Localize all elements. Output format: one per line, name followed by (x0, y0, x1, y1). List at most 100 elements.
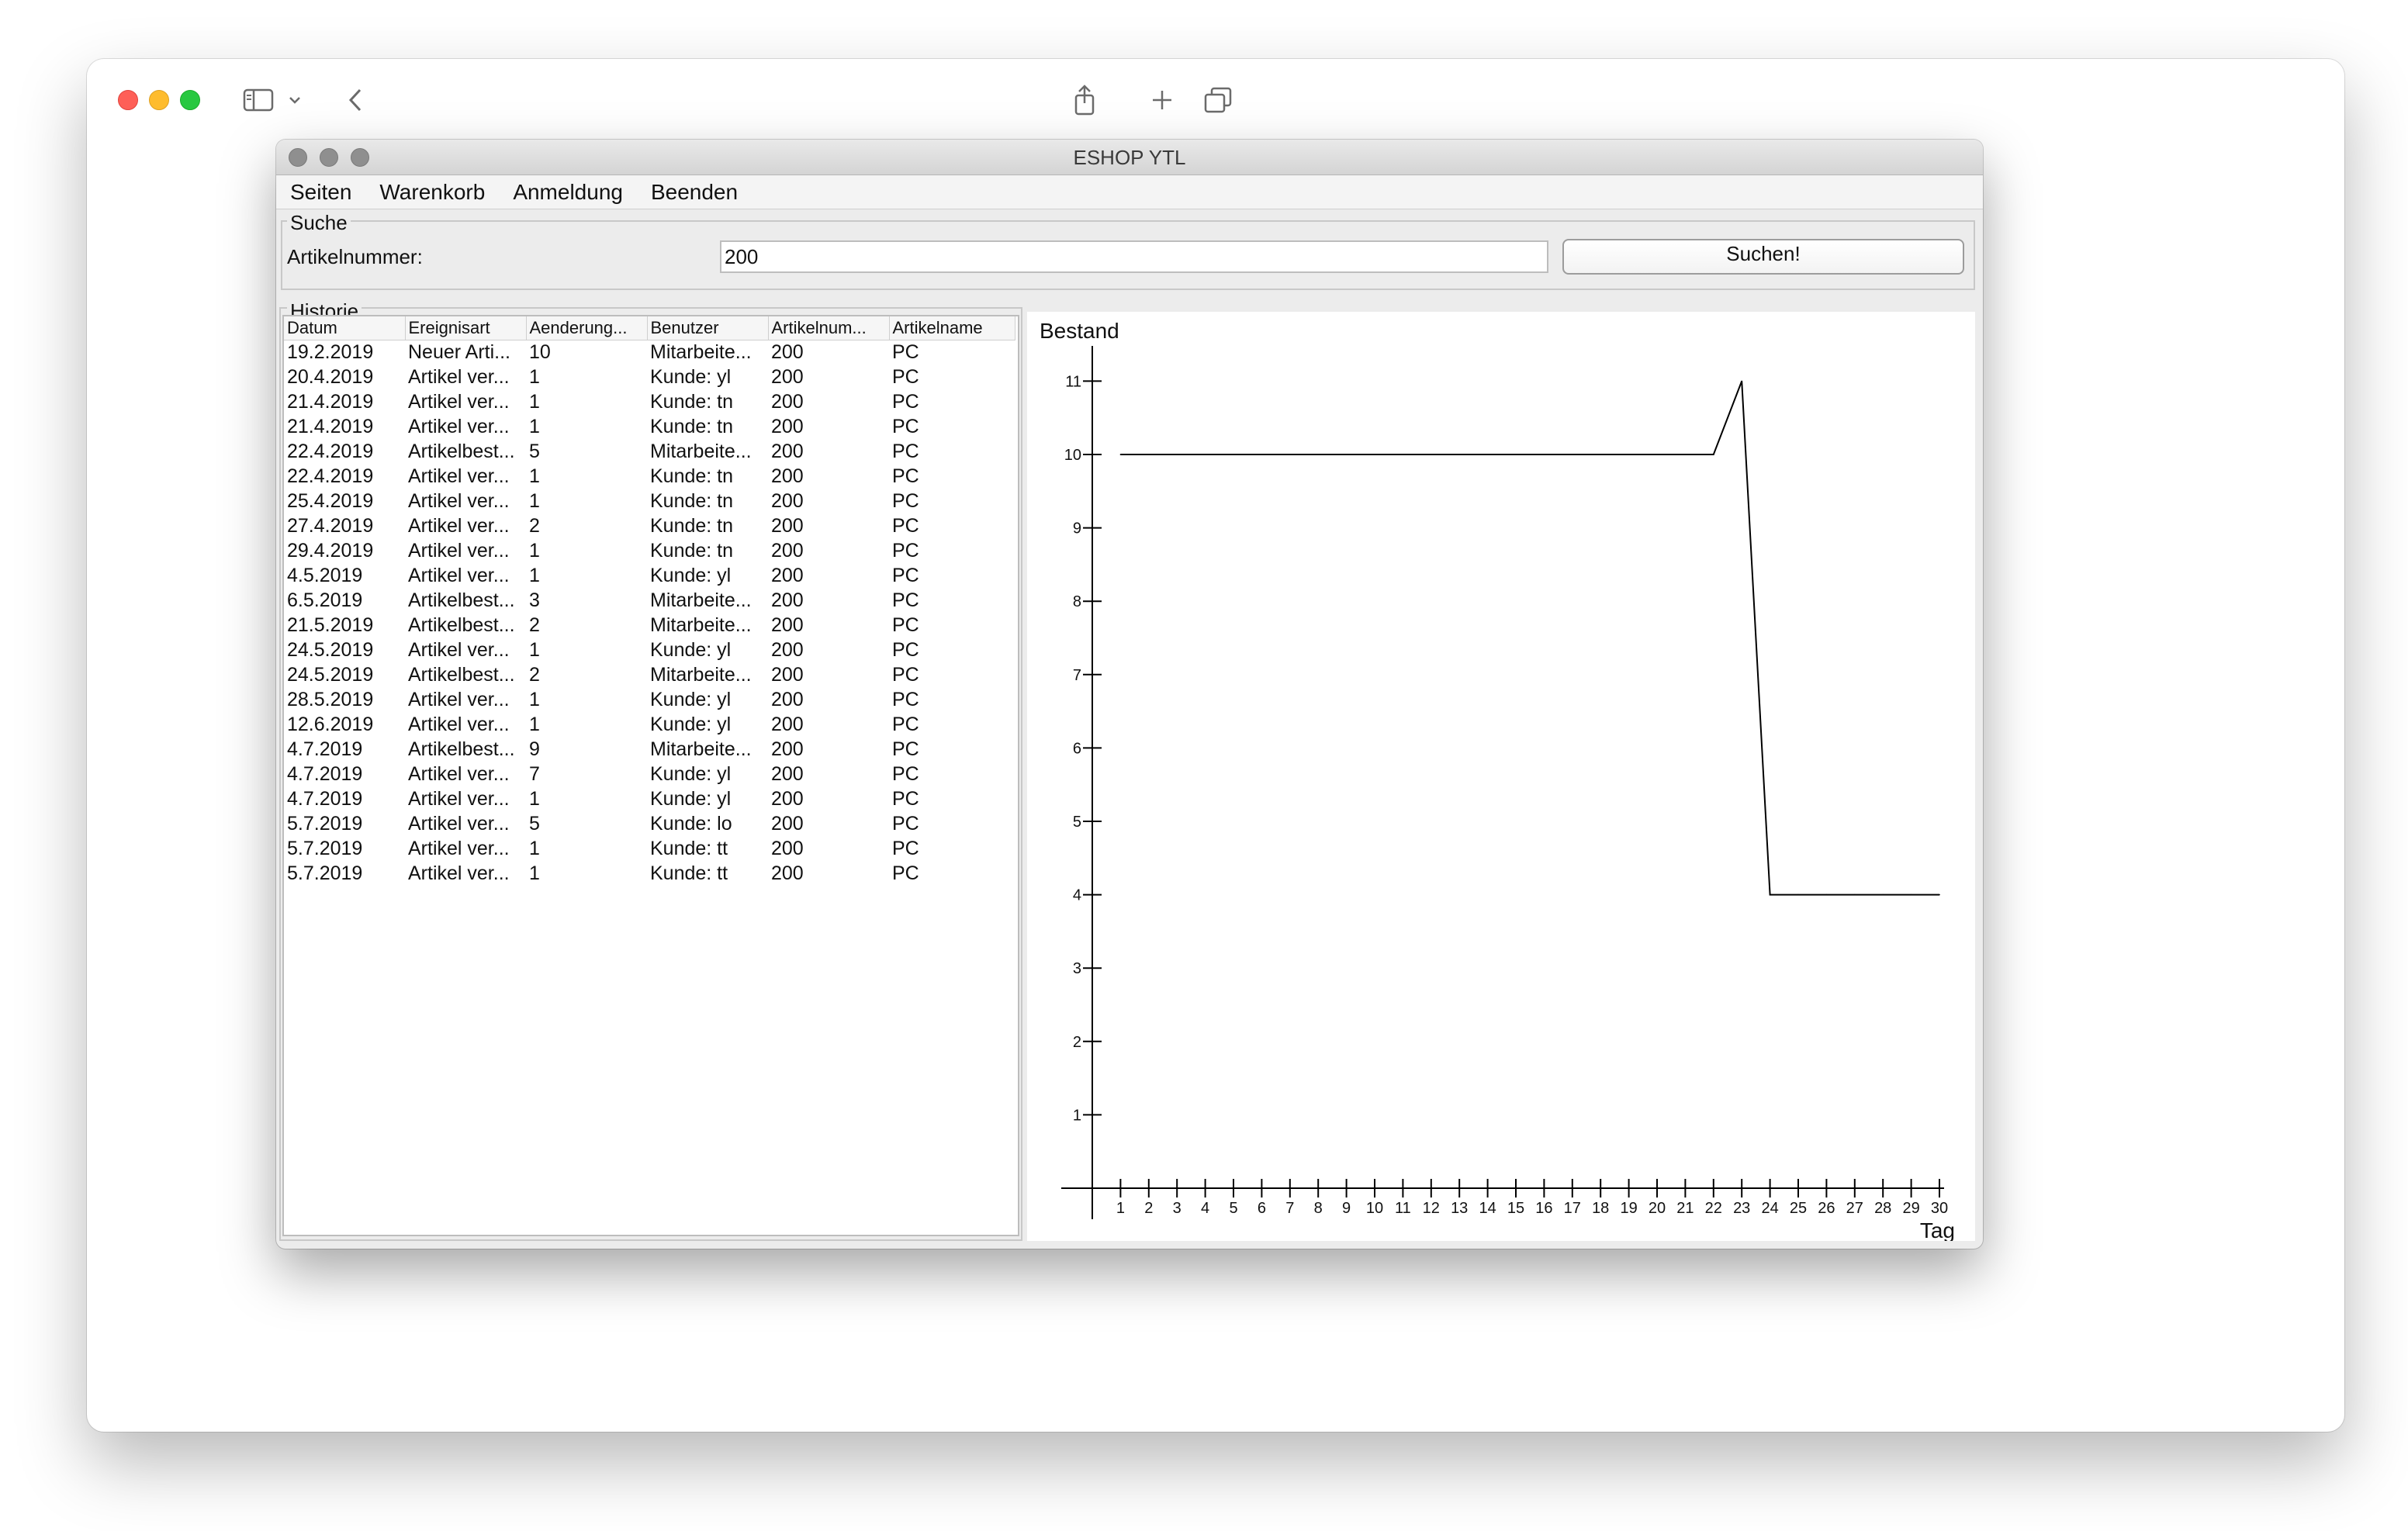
chart-data-point (1572, 454, 1573, 455)
column-header-benutzer[interactable]: Benutzer (647, 316, 769, 340)
chart-x-tick-label: 23 (1733, 1200, 1750, 1217)
table-row[interactable]: 22.4.2019 Artikelbest... 5 Mitarbeite... 200… (284, 439, 1015, 464)
table-row[interactable]: 5.7.2019 Artikel ver... 5 Kunde: lo 200 PC (284, 811, 1015, 836)
chart-x-tick-label: 11 (1395, 1200, 1411, 1217)
menu-anmeldung[interactable]: Anmeldung (513, 180, 623, 205)
column-header-artikelnummer[interactable]: Artikelnum... (768, 316, 890, 340)
chart-x-tick-label: 18 (1592, 1200, 1609, 1217)
table-row[interactable]: 4.7.2019 Artikel ver... 7 Kunde: yl 200 PC (284, 762, 1015, 786)
table-row[interactable]: 12.6.2019 Artikel ver... 1 Kunde: yl 200 PC (284, 712, 1015, 737)
table-row[interactable]: 5.7.2019 Artikel ver... 1 Kunde: tt 200 PC (284, 861, 1015, 886)
cell-ereignisart: Artikel ver... (408, 862, 510, 884)
cell-benutzer: Mitarbeite... (650, 613, 752, 636)
chart-x-tick-label: 15 (1507, 1200, 1524, 1217)
chart-series-line (1120, 381, 1939, 896)
cell-benutzer: Mitarbeite... (650, 340, 752, 363)
table-row[interactable]: 19.2.2019 Neuer Arti... 10 Mitarbeite... 200… (284, 340, 1015, 365)
cell-artikelnummer: 200 (771, 514, 804, 537)
table-row[interactable]: 21.4.2019 Artikel ver... 1 Kunde: tn 200 PC (284, 414, 1015, 439)
cell-aenderung: 1 (529, 688, 540, 710)
cell-aenderung: 1 (529, 465, 540, 487)
cell-ereignisart: Artikel ver... (408, 415, 510, 437)
table-row[interactable]: 22.4.2019 Artikel ver... 1 Kunde: tn 200 PC (284, 464, 1015, 489)
table-row[interactable]: 24.5.2019 Artikel ver... 1 Kunde: yl 200 PC (284, 638, 1015, 662)
cell-datum: 24.5.2019 (287, 663, 374, 686)
cell-artikelname: PC (892, 365, 919, 388)
cell-aenderung: 1 (529, 787, 540, 810)
cell-ereignisart: Neuer Arti... (408, 340, 510, 363)
chart-data-point (1261, 454, 1263, 455)
chart-data-point (1797, 893, 1799, 896)
table-row[interactable]: 20.4.2019 Artikel ver... 1 Kunde: yl 200 PC (284, 365, 1015, 389)
cell-artikelname: PC (892, 415, 919, 437)
column-header-artikelname[interactable]: Artikelname (889, 316, 1015, 340)
cell-aenderung: 9 (529, 738, 540, 760)
cell-aenderung: 10 (529, 340, 551, 363)
zoom-window-button[interactable] (180, 90, 200, 110)
cell-artikelname: PC (892, 787, 919, 810)
table-row[interactable]: 24.5.2019 Artikelbest... 2 Mitarbeite... 200… (284, 662, 1015, 687)
menu-beenden[interactable]: Beenden (651, 180, 738, 205)
back-icon[interactable] (340, 81, 371, 119)
chart-x-tick-label: 7 (1285, 1200, 1294, 1217)
search-group-title: Suche (287, 211, 351, 235)
cell-artikelnummer: 200 (771, 787, 804, 810)
cell-benutzer: Mitarbeite... (650, 663, 752, 686)
chart-series (1119, 380, 1940, 896)
cell-ereignisart: Artikelbest... (408, 738, 515, 760)
cell-datum: 5.7.2019 (287, 837, 363, 859)
cell-datum: 21.4.2019 (287, 415, 374, 437)
cell-benutzer: Kunde: tt (650, 862, 728, 884)
minimize-window-button[interactable] (149, 90, 169, 110)
cell-artikelnummer: 200 (771, 340, 804, 363)
chart-x-tick-label: 24 (1761, 1200, 1778, 1217)
cell-ereignisart: Artikel ver... (408, 638, 510, 661)
chart-x-tick-label: 27 (1846, 1200, 1863, 1217)
table-row[interactable]: 6.5.2019 Artikelbest... 3 Mitarbeite... 200 P… (284, 588, 1015, 613)
article-number-input[interactable] (720, 240, 1548, 273)
table-row[interactable]: 28.5.2019 Artikel ver... 1 Kunde: yl 200 PC (284, 687, 1015, 712)
cell-artikelname: PC (892, 713, 919, 735)
close-window-button[interactable] (118, 90, 138, 110)
table-row[interactable]: 27.4.2019 Artikel ver... 2 Kunde: tn 200 PC (284, 513, 1015, 538)
menu-warenkorb[interactable]: Warenkorb (379, 180, 485, 205)
table-row[interactable]: 4.7.2019 Artikelbest... 9 Mitarbeite... 200 P… (284, 737, 1015, 762)
cell-datum: 28.5.2019 (287, 688, 374, 710)
cell-datum: 22.4.2019 (287, 440, 374, 462)
cell-artikelname: PC (892, 663, 919, 686)
table-row[interactable]: 29.4.2019 Artikel ver... 1 Kunde: tn 200 PC (284, 538, 1015, 563)
table-row[interactable]: 25.4.2019 Artikel ver... 1 Kunde: tn 200 PC (284, 489, 1015, 513)
menu-seiten[interactable]: Seiten (290, 180, 351, 205)
chart-x-ticks: 1 2 3 4 5 6 7 8 9 10 11 12 13 14 15 16 17 18 19 20 21 22 23 24 2… (1116, 1179, 1948, 1217)
cell-datum: 21.5.2019 (287, 613, 374, 636)
chart-data-point (1769, 893, 1771, 896)
cell-artikelname: PC (892, 564, 919, 586)
column-header-aenderung[interactable]: Aenderung... (526, 316, 648, 340)
chart-x-tick-label: 30 (1931, 1200, 1948, 1217)
chart-x-tick-label: 20 (1649, 1200, 1666, 1217)
table-row[interactable]: 21.4.2019 Artikel ver... 1 Kunde: tn 200 PC (284, 389, 1015, 414)
tabs-overview-icon[interactable] (1201, 81, 1235, 119)
chevron-down-icon[interactable] (285, 81, 304, 119)
chart-data-point (1317, 454, 1319, 455)
table-row[interactable]: 4.5.2019 Artikel ver... 1 Kunde: yl 200 PC (284, 563, 1015, 588)
column-header-ereignisart[interactable]: Ereignisart (405, 316, 527, 340)
table-row[interactable]: 21.5.2019 Artikelbest... 2 Mitarbeite... 200… (284, 613, 1015, 638)
table-row[interactable]: 5.7.2019 Artikel ver... 1 Kunde: tt 200 PC (284, 836, 1015, 861)
cell-ereignisart: Artikel ver... (408, 713, 510, 735)
sidebar-icon[interactable] (239, 81, 278, 119)
cell-artikelname: PC (892, 738, 919, 760)
table-row[interactable]: 4.7.2019 Artikel ver... 1 Kunde: yl 200 PC (284, 786, 1015, 811)
share-icon[interactable] (1069, 81, 1100, 119)
cell-aenderung: 2 (529, 514, 540, 537)
plus-icon[interactable] (1147, 81, 1178, 119)
column-header-datum[interactable]: Datum (284, 316, 406, 340)
cell-benutzer: Kunde: yl (650, 762, 732, 785)
chart-data-point (1119, 454, 1122, 455)
cell-ereignisart: Artikel ver... (408, 812, 510, 835)
cell-datum: 27.4.2019 (287, 514, 374, 537)
browser-toolbar (87, 59, 2344, 137)
search-button[interactable]: Suchen! (1562, 239, 1964, 275)
cell-artikelname: PC (892, 390, 919, 413)
history-table-body: 19.2.2019 Neuer Arti... 10 Mitarbeite... 200… (284, 340, 1015, 886)
